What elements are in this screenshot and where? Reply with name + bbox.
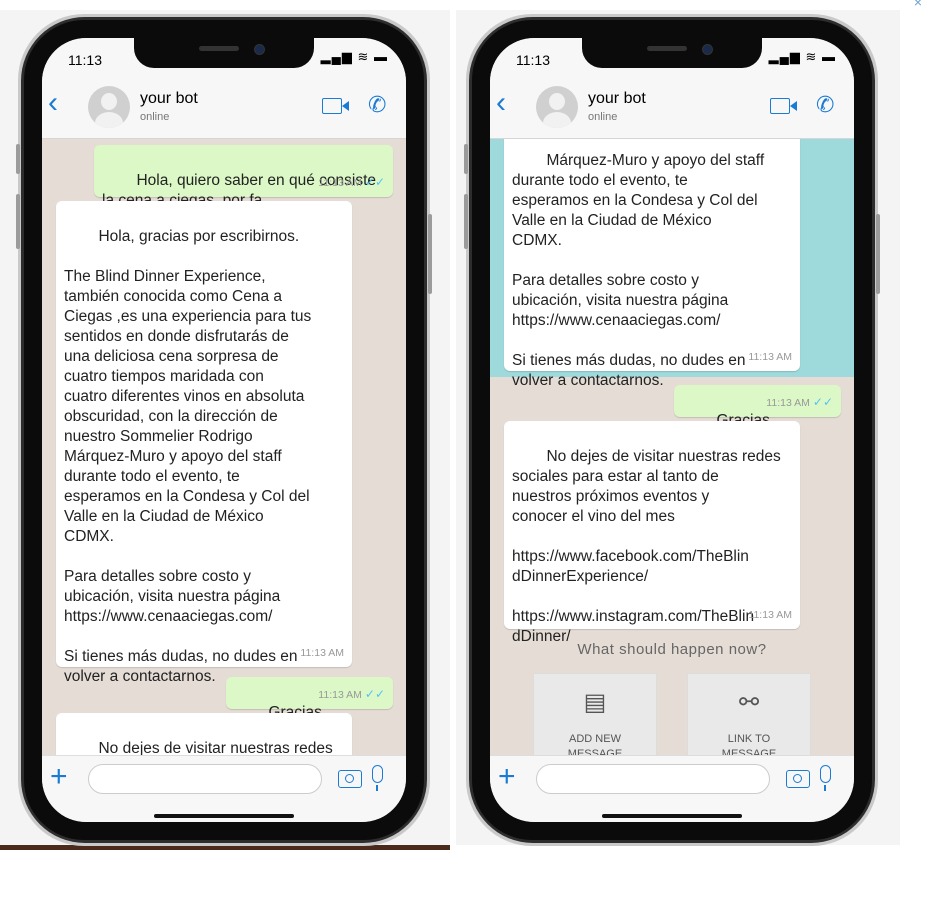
message-bubble[interactable]: Márquez-Muro y apoyo del staff durante t… (504, 139, 800, 389)
signal-wifi-battery-icon: ▂▄▆ ≋ ▬ (320, 49, 388, 64)
message-bubble[interactable]: Hola, gracias por escribirnos. The Blind… (56, 201, 352, 685)
message-time: 11:13 AM (300, 647, 344, 659)
message-bubble[interactable]: No dejes de visitar nuestras redes socia… (504, 421, 800, 645)
right-phone: 11:13 ▂▄▆ ≋ ▬ ‹ your bot online ✆ Márque… (464, 14, 880, 846)
link-icon: ⚯ (738, 689, 760, 716)
link-to-message-label: LINK TO MESSAGE (721, 733, 777, 755)
message-input[interactable] (88, 764, 322, 794)
message-text: No dejes de visitar nuestras redes socia… (98, 740, 333, 755)
phone-call-icon[interactable]: ✆ (368, 92, 386, 118)
home-indicator (602, 814, 742, 818)
phone-call-icon[interactable]: ✆ (816, 92, 834, 118)
left-phone: 11:13 ▂▄▆ ≋ ▬ ‹ your bot online ✆ Hola, … (16, 14, 432, 846)
message-time: 11:13 AM ✓✓ (318, 687, 385, 701)
camera-icon[interactable] (338, 770, 362, 788)
message-bubble[interactable]: Gracias 11:13 AM✓✓ (226, 677, 393, 721)
plus-icon[interactable]: + (50, 760, 68, 794)
back-icon[interactable]: ‹ (496, 88, 506, 118)
chat-header: ‹ your bot online ✆ (42, 78, 406, 139)
contact-status: online (588, 111, 618, 123)
message-bubble[interactable]: Gracias 11:13 AM✓✓ (674, 385, 841, 429)
action-prompt: What should happen now? (577, 641, 767, 658)
microphone-icon[interactable] (820, 765, 831, 791)
close-icon[interactable]: × (914, 0, 922, 10)
message-input[interactable] (536, 764, 770, 794)
clock: 11:13 (516, 52, 550, 68)
read-receipt-icon: ✓✓ (364, 687, 385, 701)
contact-name[interactable]: your bot (140, 90, 198, 108)
message-time: 11:13 AM (748, 609, 792, 621)
read-receipt-icon: ✓✓ (812, 395, 833, 409)
message-text: Hola, gracias por escribirnos. The Blind… (64, 228, 312, 685)
camera-icon[interactable] (786, 770, 810, 788)
chat-area[interactable]: Márquez-Muro y apoyo del staff durante t… (490, 139, 854, 755)
input-bar: + (42, 755, 406, 822)
add-new-message-label: ADD NEW MESSAGE (567, 733, 623, 755)
right-screen: 11:13 ▂▄▆ ≋ ▬ ‹ your bot online ✆ Márque… (490, 38, 854, 822)
contact-name[interactable]: your bot (588, 90, 646, 108)
message-time: 11:13 AM ✓✓ (766, 395, 833, 409)
clock: 11:13 (68, 52, 102, 68)
chat-header: ‹ your bot online ✆ (490, 78, 854, 139)
video-call-icon[interactable] (770, 98, 797, 114)
message-bubble[interactable]: No dejes de visitar nuestras redes socia… (56, 713, 352, 755)
message-text: Márquez-Muro y apoyo del staff durante t… (512, 152, 765, 389)
chat-area[interactable]: Hola, quiero saber en qué consiste la ce… (42, 139, 406, 755)
back-icon[interactable]: ‹ (48, 88, 58, 118)
link-to-message-button[interactable]: ⚯ LINK TO MESSAGE (687, 673, 811, 755)
input-bar: + (490, 755, 854, 822)
read-receipt-icon: ✓✓ (364, 175, 385, 189)
message-bubble[interactable]: Hola, quiero saber en qué consiste la ce… (94, 145, 393, 209)
avatar[interactable] (536, 86, 578, 128)
plus-icon[interactable]: + (498, 760, 516, 794)
message-icon: ▤ (583, 689, 607, 716)
video-call-icon[interactable] (322, 98, 349, 114)
avatar[interactable] (88, 86, 130, 128)
message-text: No dejes de visitar nuestras redes socia… (512, 448, 781, 645)
microphone-icon[interactable] (372, 765, 383, 791)
contact-status: online (140, 111, 170, 123)
message-time: 11:13 AM (748, 351, 792, 363)
add-new-message-button[interactable]: ▤ ADD NEW MESSAGE (533, 673, 657, 755)
message-time: 11:13 AM ✓✓ (318, 175, 385, 189)
signal-wifi-battery-icon: ▂▄▆ ≋ ▬ (768, 49, 836, 64)
home-indicator (154, 814, 294, 818)
left-screen: 11:13 ▂▄▆ ≋ ▬ ‹ your bot online ✆ Hola, … (42, 38, 406, 822)
